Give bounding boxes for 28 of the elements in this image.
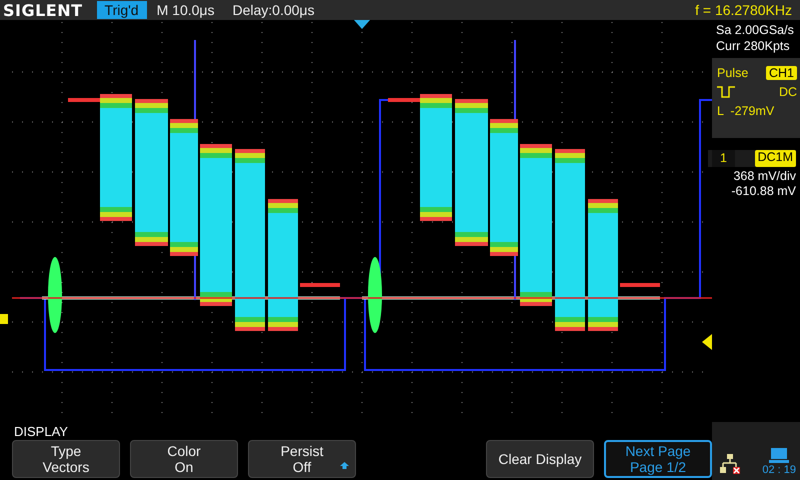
softkey-button[interactable]: Persist Off xyxy=(248,440,356,478)
trigger-coupling: DC xyxy=(778,85,797,99)
trigger-level: L -279mV xyxy=(717,104,776,118)
menu-title: DISPLAY xyxy=(13,424,69,439)
softkey-button[interactable]: Color On xyxy=(130,440,238,478)
softkey-button[interactable]: Type Vectors xyxy=(12,440,120,478)
channel-scale: 368 mV/div xyxy=(733,169,796,184)
network-disconnected-icon xyxy=(720,454,742,476)
monitor-icon xyxy=(769,448,790,464)
delay-label: Delay:0.00μs xyxy=(232,2,314,18)
up-arrow-icon xyxy=(340,462,349,469)
pulse-icon xyxy=(717,86,735,98)
trigger-source: CH1 xyxy=(766,66,797,80)
sample-rate: Sa 2.00GSa/s xyxy=(716,22,795,38)
softkey-button[interactable]: Next Page Page 1/2 xyxy=(604,440,712,478)
memory-depth: Curr 280Kpts xyxy=(716,38,791,54)
channel-ground-icon xyxy=(0,314,8,324)
trigger-status: Trig'd xyxy=(96,1,147,19)
trigger-level-icon xyxy=(702,334,712,350)
timebase-label: M 10.0μs xyxy=(156,2,214,18)
softkey-button[interactable]: Clear Display xyxy=(486,440,594,478)
channel-offset: -610.88 mV xyxy=(731,184,796,199)
channel-coupling: DC1M xyxy=(754,150,796,167)
frequency-readout: f = 16.2780KHz xyxy=(695,2,793,18)
channel-number[interactable]: 1 xyxy=(712,150,735,167)
brand-logo: SIGLENT xyxy=(2,0,84,20)
clock-time: 02 : 19 xyxy=(762,464,796,476)
trigger-type: Pulse xyxy=(717,66,748,80)
